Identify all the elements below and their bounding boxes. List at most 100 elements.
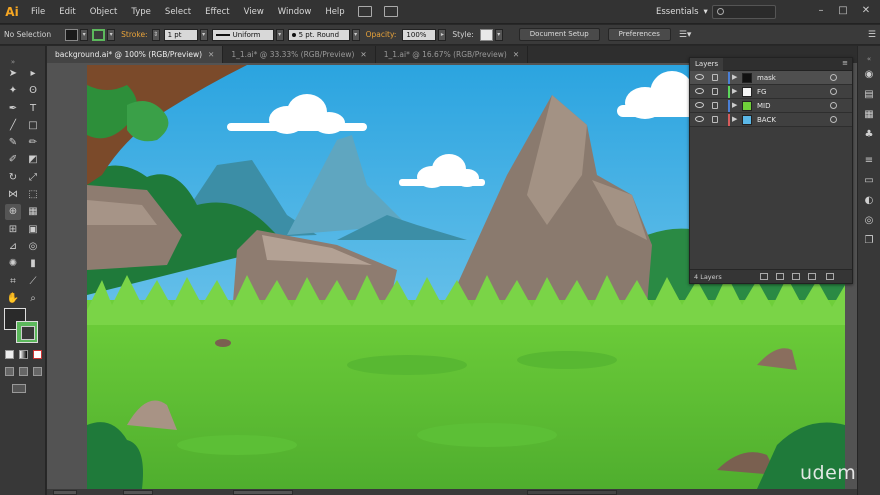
visibility-eye-icon[interactable] (695, 102, 704, 108)
stroke-label[interactable]: Stroke: (117, 30, 151, 39)
layer-row-mid[interactable]: ▶ MID (690, 99, 852, 113)
brush-definition[interactable]: 5 pt. Round (287, 28, 350, 41)
brush-dropdown[interactable]: ▾ (351, 28, 360, 41)
screen-mode-icon[interactable] (12, 384, 26, 393)
symbol-sprayer-icon[interactable]: ✺ (5, 256, 21, 272)
slice-icon[interactable]: ⟋ (25, 274, 41, 290)
close-button[interactable]: ✕ (859, 5, 873, 17)
stroke-weight-field[interactable]: 1 pt (163, 28, 198, 41)
visibility-eye-icon[interactable] (695, 116, 704, 122)
color-guide-icon[interactable]: ▤ (862, 88, 876, 102)
stroke-weight-dropdown[interactable]: ▾ (199, 28, 208, 41)
arrange-icon[interactable]: ☰▾ (675, 30, 696, 40)
status-tool-field[interactable] (233, 490, 293, 495)
tab-background[interactable]: background.ai* @ 100% (RGB/Preview) ✕ (47, 46, 224, 63)
visibility-eye-icon[interactable] (695, 88, 704, 94)
target-icon[interactable] (830, 102, 837, 109)
layers-tab[interactable]: Layers (690, 58, 724, 71)
menu-view[interactable]: View (237, 0, 271, 24)
stroke-stepper[interactable]: ⇕ (151, 28, 160, 41)
rotate-icon[interactable]: ↻ (5, 170, 21, 186)
close-icon[interactable]: ✕ (360, 50, 366, 59)
artboard-icon[interactable]: ⌗ (5, 274, 21, 290)
lock-icon[interactable] (712, 116, 718, 123)
trash-icon[interactable] (826, 273, 834, 280)
zoom-level-field[interactable] (53, 490, 77, 495)
pencil-icon[interactable]: ✏ (25, 135, 41, 151)
draw-behind-icon[interactable] (19, 367, 28, 376)
menu-edit[interactable]: Edit (52, 0, 82, 24)
none-mode-icon[interactable] (33, 350, 42, 359)
new-sublayer-icon[interactable] (792, 273, 800, 280)
profile-dropdown[interactable]: ▾ (275, 28, 284, 41)
swatches-panel-icon[interactable]: ▦ (862, 108, 876, 122)
selection-icon[interactable]: ➤ (5, 66, 21, 82)
direct-selection-icon[interactable]: ▸ (25, 66, 41, 82)
visibility-eye-icon[interactable] (695, 74, 704, 80)
symbols-panel-icon[interactable]: ♣ (862, 128, 876, 142)
menu-effect[interactable]: Effect (198, 0, 236, 24)
mesh-icon[interactable]: ⊞ (5, 222, 21, 238)
eraser-icon[interactable]: ◩ (25, 152, 41, 168)
appearance-panel-icon[interactable]: ◎ (862, 214, 876, 228)
maximize-button[interactable]: □ (836, 5, 850, 17)
color-mode-icon[interactable] (5, 350, 14, 359)
target-icon[interactable] (830, 116, 837, 123)
stroke-panel-icon[interactable]: ≡ (862, 154, 876, 168)
document-setup-button[interactable]: Document Setup (518, 28, 600, 41)
menu-object[interactable]: Object (83, 0, 125, 24)
blob-brush-icon[interactable]: ✐ (5, 152, 21, 168)
line-icon[interactable]: ╱ (5, 118, 21, 134)
workspace-switcher[interactable]: Essentials ▾ (650, 4, 714, 20)
collapse-icon[interactable]: « (862, 52, 876, 66)
type-icon[interactable]: T (25, 101, 41, 117)
bridge-icon[interactable] (357, 6, 372, 17)
layer-row-fg[interactable]: ▶ FG (690, 85, 852, 99)
layer-name[interactable]: BACK (757, 113, 776, 127)
expand-arrow-icon[interactable]: ▶ (732, 87, 737, 95)
color-panel-icon[interactable]: ◉ (862, 68, 876, 82)
opacity-dropdown[interactable]: ▸ (438, 28, 447, 41)
preferences-button[interactable]: Preferences (607, 28, 671, 41)
layer-name[interactable]: mask (757, 71, 776, 85)
perspective-icon[interactable]: ▦ (25, 204, 41, 220)
column-graph-icon[interactable]: ▮ (25, 256, 41, 272)
minimize-button[interactable]: – (814, 5, 828, 17)
layer-name[interactable]: MID (757, 99, 771, 113)
panel-menu-icon[interactable]: ≡ (842, 59, 848, 67)
tab-1-1-33[interactable]: 1_1.ai* @ 33.33% (RGB/Preview) ✕ (223, 46, 376, 63)
lasso-icon[interactable]: ʘ (25, 83, 41, 99)
stroke-dropdown[interactable]: ▾ (107, 28, 116, 41)
shape-builder-icon[interactable]: ⊕ (5, 204, 21, 220)
lock-icon[interactable] (712, 102, 718, 109)
expand-arrow-icon[interactable]: ▶ (732, 101, 737, 109)
expand-arrow-icon[interactable]: ▶ (732, 73, 737, 81)
expand-arrow-icon[interactable]: ▶ (732, 115, 737, 123)
rectangle-icon[interactable]: □ (25, 118, 41, 134)
gradient-panel-icon[interactable]: ▭ (862, 174, 876, 188)
artboard-navigator[interactable] (123, 490, 153, 495)
lock-icon[interactable] (712, 88, 718, 95)
arrange-documents-icon[interactable] (383, 6, 398, 17)
fill-swatch[interactable] (65, 28, 79, 41)
search-field[interactable] (712, 5, 776, 19)
gradient-mode-icon[interactable] (19, 350, 28, 359)
close-icon[interactable]: ✕ (208, 50, 214, 59)
paintbrush-icon[interactable]: ✎ (5, 135, 21, 151)
layer-name[interactable]: FG (757, 85, 766, 99)
hand-icon[interactable]: ✋ (5, 291, 21, 307)
width-icon[interactable]: ⋈ (5, 187, 21, 203)
magic-wand-icon[interactable]: ✦ (5, 83, 21, 99)
eyedropper-icon[interactable]: ⊿ (5, 239, 21, 255)
stroke-color-swatch[interactable] (16, 321, 38, 343)
scale-icon[interactable]: ⤢ (25, 170, 41, 186)
locate-object-icon[interactable] (760, 273, 768, 280)
zoom-icon[interactable]: ⌕ (25, 291, 41, 307)
stroke-swatch[interactable] (92, 28, 106, 41)
fill-dropdown[interactable]: ▾ (80, 28, 89, 41)
close-icon[interactable]: ✕ (513, 50, 519, 59)
opacity-field[interactable]: 100% (402, 28, 437, 41)
menu-file[interactable]: File (24, 0, 52, 24)
draw-normal-icon[interactable] (5, 367, 14, 376)
menu-window[interactable]: Window (271, 0, 319, 24)
